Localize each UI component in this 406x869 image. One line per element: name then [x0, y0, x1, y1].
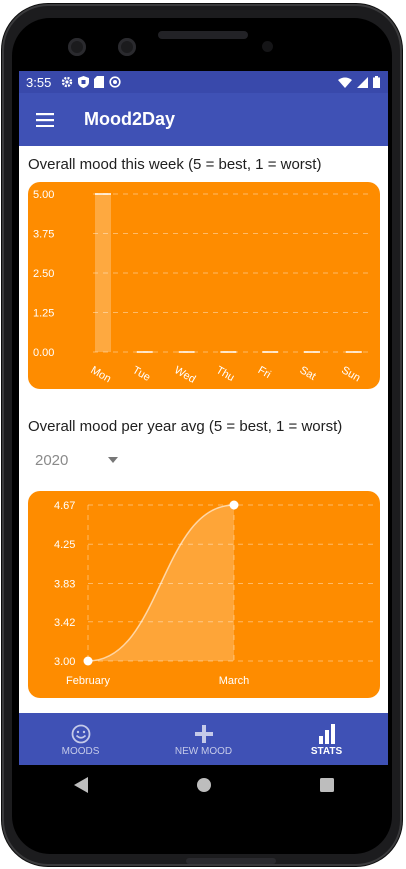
week-x-tick: Wed	[172, 364, 197, 386]
week-x-tick: Tue	[130, 364, 152, 384]
proximity-sensor	[262, 41, 273, 52]
nav-stats-label: STATS	[310, 745, 343, 757]
smiley-icon	[71, 724, 90, 743]
bottom-navigation: MOODS NEW MOOD STATS	[19, 713, 388, 765]
year-data-point	[229, 500, 239, 510]
plus-icon	[194, 724, 213, 743]
week-chart-card[interactable]: 0.00 1.25 2.50 3.75 5.00 Mon Tue Wed Thu Fri Sat Su…	[28, 182, 380, 389]
app-screen: 3:55 Mood2Day Overall mood this week (5 …	[19, 71, 388, 765]
app-bar: Mood2Day	[19, 93, 388, 146]
wifi-icon	[338, 77, 352, 88]
shield-icon	[78, 76, 90, 88]
year-dropdown[interactable]: 2020	[35, 446, 135, 474]
cell-signal-icon	[357, 76, 368, 88]
nav-new-mood-label: NEW MOOD	[174, 745, 233, 757]
battery-icon	[373, 76, 380, 88]
week-y-tick: 0.00	[33, 347, 54, 359]
week-x-tick: Fri	[256, 364, 273, 381]
dropdown-arrow-icon	[108, 457, 119, 463]
week-x-tick: Sun	[339, 364, 362, 384]
bar-chart-icon	[318, 723, 335, 744]
system-navigation-bar	[19, 765, 388, 809]
year-area-chart: 3.00 3.42 3.83 4.25 4.67 February March	[54, 500, 373, 687]
back-button[interactable]	[73, 776, 88, 798]
year-y-tick: 3.00	[54, 656, 75, 668]
home-button[interactable]	[196, 777, 211, 797]
front-sensor-icon	[118, 38, 136, 56]
year-dropdown-value: 2020	[35, 451, 69, 469]
sync-icon	[109, 76, 121, 88]
menu-button[interactable]	[19, 93, 71, 146]
sd-card-icon	[94, 76, 105, 88]
week-bar-chart: 0.00 1.25 2.50 3.75 5.00 Mon Tue Wed Thu Fri Sat Su…	[33, 189, 373, 386]
hamburger-menu-icon	[36, 112, 54, 127]
home-circle-icon	[196, 777, 211, 792]
year-y-tick: 3.42	[54, 617, 75, 629]
back-triangle-icon	[73, 776, 88, 793]
week-y-tick: 2.50	[33, 268, 54, 280]
bottom-speaker	[186, 858, 276, 864]
year-chart-card[interactable]: 3.00 3.42 3.83 4.25 4.67 February March	[28, 491, 380, 698]
app-title: Mood2Day	[84, 109, 176, 129]
recents-button[interactable]	[319, 777, 334, 797]
week-x-tick: Sat	[298, 364, 318, 383]
year-x-tick: March	[219, 675, 250, 687]
year-y-tick: 4.25	[54, 539, 75, 551]
week-x-tick: Thu	[214, 364, 236, 384]
week-bar	[95, 194, 111, 352]
week-y-tick: 1.25	[33, 308, 54, 320]
year-y-tick: 3.83	[54, 578, 75, 590]
year-x-tick: February	[66, 675, 111, 687]
status-time: 3:55	[26, 74, 52, 90]
week-chart-title: Overall mood this week (5 = best, 1 = wo…	[28, 156, 322, 173]
week-x-tick: Mon	[89, 364, 114, 385]
nav-moods[interactable]: MOODS	[19, 713, 142, 765]
year-y-tick: 4.67	[54, 500, 75, 512]
nav-stats[interactable]: STATS	[265, 713, 388, 765]
settings-gear-icon	[62, 76, 73, 88]
front-camera-icon	[68, 38, 86, 56]
nav-new-mood[interactable]: NEW MOOD	[142, 713, 265, 765]
week-y-tick: 5.00	[33, 189, 54, 201]
nav-moods-label: MOODS	[61, 745, 100, 757]
earpiece-speaker	[158, 31, 248, 39]
status-bar: 3:55	[19, 71, 388, 93]
year-chart-title: Overall mood per year avg (5 = best, 1 =…	[28, 418, 343, 435]
week-y-tick: 3.75	[33, 229, 54, 241]
year-data-point	[83, 656, 93, 666]
recents-square-icon	[319, 777, 334, 792]
